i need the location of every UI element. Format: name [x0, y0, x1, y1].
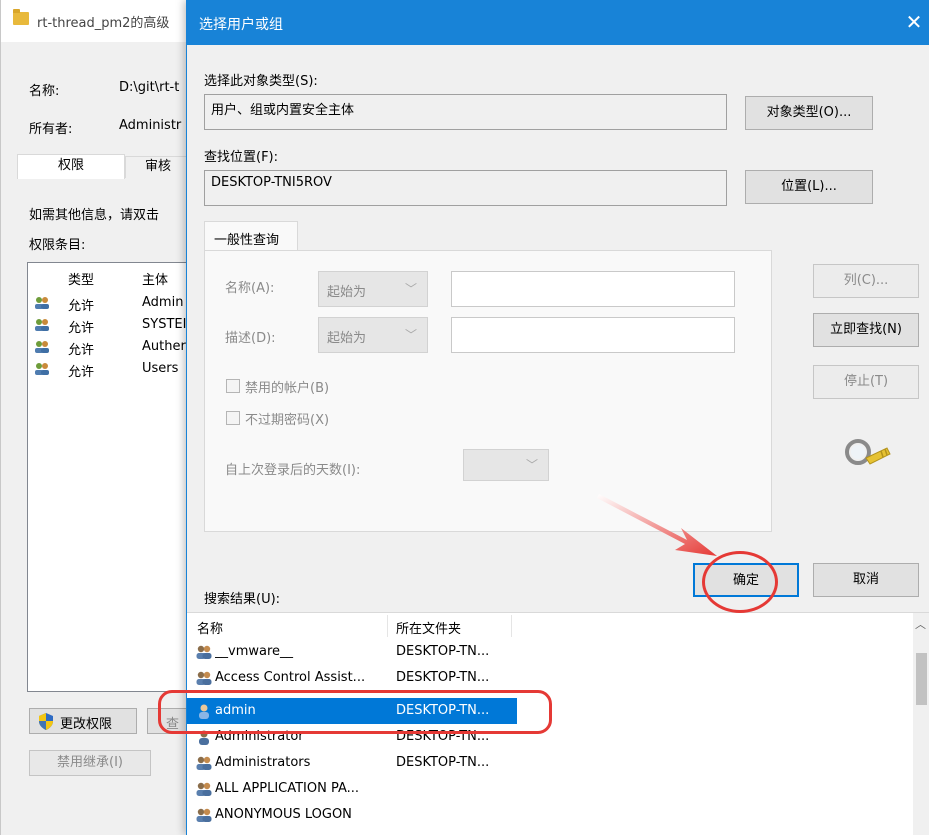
days-since-logon-label: 自上次登录后的天数(I):: [225, 463, 361, 478]
entry-principal: SYSTEI: [142, 317, 187, 332]
user-group-icon: [35, 319, 49, 331]
result-name: __vmware__: [215, 644, 294, 659]
result-folder: DESKTOP-TN...: [396, 755, 490, 770]
location-value: DESKTOP-TNI5ROV: [211, 175, 332, 190]
name-match-value: 起始为: [327, 285, 367, 300]
object-type-field: 用户、组或内置安全主体: [204, 94, 727, 130]
close-icon: ✕: [905, 10, 923, 34]
description-query-label: 描述(D):: [225, 331, 276, 346]
folder-icon: [13, 9, 29, 25]
search-results-label: 搜索结果(U):: [204, 592, 281, 607]
stop-button[interactable]: 停止(T): [813, 365, 919, 399]
col-name-header[interactable]: 名称: [197, 618, 223, 637]
entry-principal: Admin: [142, 295, 184, 310]
chevron-down-icon: ﹀: [525, 458, 538, 472]
name-query-label: 名称(A):: [225, 281, 275, 296]
group-icon: [196, 756, 212, 770]
list-item[interactable]: 允许 SYSTEI: [28, 315, 188, 337]
col-folder-header[interactable]: 所在文件夹: [396, 618, 461, 637]
group-icon: [196, 808, 212, 822]
bg-hint-text: 如需其他信息，请双击: [29, 208, 160, 223]
result-row[interactable]: Administrators DESKTOP-TN...: [187, 750, 517, 776]
result-row[interactable]: ALL APPLICATION PA...: [187, 776, 517, 802]
name-query-input[interactable]: [451, 271, 735, 307]
list-item[interactable]: 允许 Auther: [28, 337, 188, 359]
bg-window-title: rt-thread_pm2的高级: [37, 16, 170, 31]
chevron-down-icon: ﹀: [404, 282, 417, 296]
name-match-select[interactable]: 起始为 ﹀: [318, 271, 428, 307]
location-field: DESKTOP-TNI5ROV: [204, 170, 727, 206]
bg-name-label: 名称:: [29, 84, 60, 99]
group-icon: [196, 645, 212, 659]
list-item[interactable]: 允许 Admin: [28, 293, 188, 315]
close-button[interactable]: ✕: [898, 10, 929, 36]
change-permissions-button[interactable]: 更改权限: [29, 708, 137, 734]
description-query-input[interactable]: [451, 317, 735, 353]
entry-type: 允许: [68, 299, 95, 314]
result-row[interactable]: ANONYMOUS LOGON: [187, 802, 517, 828]
scrollbar-thumb[interactable]: [916, 653, 927, 705]
non-expiring-password-label: 不过期密码(X): [245, 413, 330, 428]
find-now-button[interactable]: 立即查找(N): [813, 313, 919, 347]
object-type-label: 选择此对象类型(S):: [204, 74, 318, 89]
cancel-button[interactable]: 取消: [813, 563, 919, 597]
results-header: 名称 所在文件夹: [187, 613, 915, 639]
object-type-value: 用户、组或内置安全主体: [211, 103, 355, 118]
annotation-ok-circle: [702, 551, 778, 613]
chevron-down-icon: ﹀: [404, 328, 417, 342]
permission-entries-list[interactable]: 类型 主体 允许 Admin 允许 SYSTEI 允许 Auther 允许 Us…: [27, 262, 189, 692]
disabled-accounts-checkbox[interactable]: [226, 379, 240, 393]
result-folder: DESKTOP-TN...: [396, 670, 490, 685]
columns-button[interactable]: 列(C)...: [813, 264, 919, 298]
result-name: ALL APPLICATION PA...: [215, 781, 360, 796]
result-name: Administrators: [215, 755, 311, 770]
annotation-arrow-icon: [597, 494, 717, 556]
non-expiring-password-checkbox[interactable]: [226, 411, 240, 425]
bg-col-principal[interactable]: 主体: [142, 269, 168, 288]
bg-col-type[interactable]: 类型: [68, 269, 94, 288]
result-row[interactable]: Access Control Assist... DESKTOP-TN...: [187, 665, 517, 691]
column-divider[interactable]: [511, 615, 512, 637]
user-group-icon: [35, 297, 49, 309]
tab-permissions[interactable]: 权限: [17, 154, 125, 179]
entry-type: 允许: [68, 343, 95, 358]
description-match-value: 起始为: [327, 331, 367, 346]
results-scrollbar[interactable]: ︿: [913, 613, 929, 835]
locations-button[interactable]: 位置(L)...: [745, 170, 873, 204]
location-label: 查找位置(F):: [204, 150, 279, 165]
uac-shield-icon: [39, 713, 53, 730]
search-key-icon: [845, 439, 891, 465]
result-row[interactable]: __vmware__ DESKTOP-TN...: [187, 639, 517, 665]
scroll-up-arrow-icon[interactable]: ︿: [915, 616, 926, 632]
bg-entries-label: 权限条目:: [29, 238, 86, 253]
object-types-button[interactable]: 对象类型(O)...: [745, 96, 873, 130]
bg-owner-label: 所有者:: [29, 122, 73, 137]
group-icon: [196, 671, 212, 685]
disable-inheritance-button[interactable]: 禁用继承(I): [29, 750, 151, 776]
entry-principal: Users: [142, 361, 179, 376]
dialog-title: 选择用户或组: [199, 17, 283, 33]
change-permissions-label: 更改权限: [60, 717, 113, 732]
annotation-admin-highlight: [158, 690, 552, 734]
result-name: ANONYMOUS LOGON: [215, 807, 352, 822]
entry-type: 允许: [68, 321, 95, 336]
entry-principal: Auther: [142, 339, 186, 354]
entry-type: 允许: [68, 365, 95, 380]
group-icon: [196, 782, 212, 796]
user-group-icon: [35, 363, 49, 375]
result-name: Access Control Assist...: [215, 670, 366, 685]
column-divider[interactable]: [387, 615, 388, 637]
dialog-title-bar[interactable]: 选择用户或组 ✕: [187, 0, 929, 45]
tab-auditing[interactable]: 审核: [125, 156, 191, 178]
bg-owner-value: Administr: [119, 118, 182, 133]
days-since-logon-select[interactable]: ﹀: [463, 449, 549, 481]
list-item[interactable]: 允许 Users: [28, 359, 188, 381]
result-folder: DESKTOP-TN...: [396, 644, 490, 659]
disabled-accounts-label: 禁用的帐户(B): [245, 381, 330, 396]
description-match-select[interactable]: 起始为 ﹀: [318, 317, 428, 353]
tab-common-queries[interactable]: 一般性查询: [204, 221, 298, 251]
bg-name-value: D:\git\rt-t: [119, 80, 180, 95]
user-group-icon: [35, 341, 49, 353]
